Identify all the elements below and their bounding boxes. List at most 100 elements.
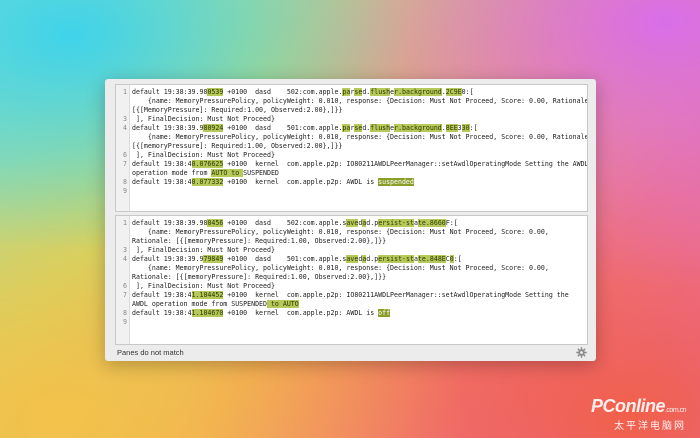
log-segment: SUSPENDED bbox=[243, 169, 279, 177]
log-line: 4 default 19:38:39.979849 +0100 dasd 501:… bbox=[116, 255, 587, 264]
diff-highlight: ersist-st bbox=[378, 255, 414, 263]
log-segment: ], FinalDecision: Must Not Proceed} bbox=[132, 282, 275, 290]
line-number: 6 bbox=[123, 151, 127, 159]
log-segment: Rationale: [{[memoryPressure]: Required:… bbox=[132, 237, 387, 245]
log-text: default 19:38:40.076625 +0100 kernel com… bbox=[127, 160, 587, 169]
diff-highlight: 1.104452 bbox=[191, 291, 224, 299]
line-number bbox=[116, 106, 127, 115]
log-segment: default 19:38:4 bbox=[132, 178, 192, 186]
log-text: ], FinalDecision: Must Not Proceed} bbox=[127, 246, 587, 255]
line-number bbox=[116, 142, 127, 151]
diff-highlight: ackground bbox=[406, 88, 442, 96]
log-text: Rationale: [{[memoryPressure]: Required:… bbox=[127, 273, 587, 282]
log-line: {name: MemoryPressurePolicy, policyWeigh… bbox=[116, 97, 587, 106]
line-number: 4 bbox=[123, 255, 127, 263]
line-number bbox=[116, 133, 127, 142]
diff-highlight: ackground bbox=[406, 124, 442, 132]
log-line: 3 ], FinalDecision: Must Not Proceed} bbox=[116, 115, 587, 124]
log-line: 9 bbox=[116, 318, 587, 327]
log-segment: :[ bbox=[453, 255, 462, 263]
log-line: [{[memoryPressure]: Required:1.00, Obser… bbox=[116, 142, 587, 151]
line-number: 9 bbox=[123, 187, 127, 195]
log-line: 7 default 19:38:41.104452 +0100 kernel co… bbox=[116, 291, 587, 300]
line-number bbox=[116, 264, 127, 273]
diff-highlight: 79849 bbox=[203, 255, 224, 263]
diff-highlight: 0.077332 bbox=[191, 178, 224, 186]
diff-highlight: te. bbox=[417, 255, 430, 263]
diff-highlight: 0539 bbox=[207, 88, 224, 96]
diff-highlight: 0.076625 bbox=[191, 160, 224, 168]
log-segment: default 19:38:39.9 bbox=[132, 124, 204, 132]
diff-highlight: 0456 bbox=[207, 219, 224, 227]
log-text: default 19:38:39.979849 +0100 dasd 501:c… bbox=[127, 255, 587, 264]
log-line: 1 default 19:38:39.980539 +0100 dasd 502:… bbox=[116, 88, 587, 97]
log-segment: {name: MemoryPressurePolicy, policyWeigh… bbox=[132, 264, 549, 272]
top-log-lines: 1 default 19:38:39.980539 +0100 dasd 502:… bbox=[116, 88, 587, 196]
log-segment: default 19:38:39.9 bbox=[132, 255, 204, 263]
log-segment: default 19:38:4 bbox=[132, 291, 192, 299]
diff-window: 1 default 19:38:39.9 8 0539 +0100 dasd 502:… bbox=[105, 79, 596, 361]
diff-highlight: suspended bbox=[378, 178, 414, 186]
log-line: 6 ], FinalDecision: Must Not Proceed} bbox=[116, 282, 587, 291]
line-number: 9 bbox=[123, 318, 127, 326]
log-text: default 19:38:39.980924 +0100 dasd 501:c… bbox=[127, 124, 587, 133]
line-number bbox=[116, 300, 127, 309]
line-number: 4 bbox=[123, 124, 127, 132]
diff-highlight: 8EE bbox=[445, 124, 458, 132]
log-line: AWDL operation mode from SUSPENDED to AU… bbox=[116, 300, 587, 309]
line-number: 8 bbox=[123, 178, 127, 186]
diff-highlight: ave bbox=[346, 219, 359, 227]
line-number: 3 bbox=[123, 246, 127, 254]
log-text: Rationale: [{[memoryPressure]: Required:… bbox=[127, 237, 587, 246]
diff-highlight: r.b bbox=[394, 88, 407, 96]
status-label: Panes do not match bbox=[117, 348, 184, 357]
diff-highlight: to AUTO bbox=[266, 300, 299, 308]
diff-highlight: 1.104670 bbox=[191, 309, 224, 317]
log-segment: +0100 kernel com.apple.p2p: AWDL is bbox=[223, 178, 379, 186]
log-line: 7 default 19:38:40.076625 +0100 kernel co… bbox=[116, 160, 587, 169]
log-line: 6 ], FinalDecision: Must Not Proceed} bbox=[116, 151, 587, 160]
log-text: {name: MemoryPressurePolicy, policyWeigh… bbox=[127, 228, 587, 237]
log-line: 9 bbox=[116, 187, 587, 196]
log-line: 8 default 19:38:41.104670 +0100 kernel co… bbox=[116, 309, 587, 318]
diff-highlight: ave bbox=[346, 255, 359, 263]
log-segment: +0100 dasd 502:com.apple. bbox=[223, 219, 343, 227]
bottom-log-pane[interactable]: 1 default 19:38:39.980456 +0100 dasd 502:… bbox=[115, 215, 588, 345]
log-segment: ], FinalDecision: Must Not Proceed} bbox=[132, 246, 275, 254]
log-text: default 19:38:39.980456 +0100 dasd 502:c… bbox=[127, 219, 587, 228]
log-segment: +0100 kernel com.apple.p2p: IO80211AWDLP… bbox=[223, 160, 587, 168]
gear-icon[interactable] bbox=[576, 347, 587, 358]
log-text: [{[memoryPressure]: Required:1.00, Obser… bbox=[127, 142, 587, 151]
diff-highlight: 80924 bbox=[203, 124, 224, 132]
bottom-log-lines: 1 default 19:38:39.980456 +0100 dasd 502:… bbox=[116, 219, 587, 327]
log-segment: Rationale: [{[memoryPressure]: Required:… bbox=[132, 273, 387, 281]
line-number: 7 bbox=[123, 160, 127, 168]
line-number: 3 bbox=[123, 115, 127, 123]
diff-highlight: te. bbox=[417, 219, 430, 227]
log-segment: +0100 dasd 501:com.apple. bbox=[223, 255, 343, 263]
line-number: 1 bbox=[123, 88, 127, 96]
log-line: {name: MemoryPressurePolicy, policyWeigh… bbox=[116, 264, 587, 273]
watermark-chinese: 太平洋电脑网 bbox=[614, 421, 686, 432]
top-log-pane[interactable]: 1 default 19:38:39.980539 +0100 dasd 502:… bbox=[115, 84, 588, 212]
log-segment: F:[ bbox=[445, 219, 458, 227]
log-line: 1 default 19:38:39.980456 +0100 dasd 502:… bbox=[116, 219, 587, 228]
log-line: operation mode from AUTO to SUSPENDED bbox=[116, 169, 587, 178]
log-segment: +0100 kernel com.apple.p2p: IO80211AWDLP… bbox=[223, 291, 569, 299]
log-segment: ], FinalDecision: Must Not Proceed} bbox=[132, 151, 275, 159]
log-text: {name: MemoryPressurePolicy, policyWeigh… bbox=[127, 133, 587, 142]
log-segment: default 19:38:4 bbox=[132, 160, 192, 168]
log-text: ], FinalDecision: Must Not Proceed} bbox=[127, 115, 587, 124]
log-line: {name: MemoryPressurePolicy, policyWeigh… bbox=[116, 133, 587, 142]
watermark-domain: .com.cn bbox=[664, 407, 687, 414]
line-number bbox=[116, 97, 127, 106]
line-number bbox=[116, 228, 127, 237]
log-text: AWDL operation mode from SUSPENDED to AU… bbox=[127, 300, 587, 309]
diff-highlight: 2C9E bbox=[445, 88, 462, 96]
log-text: {name: MemoryPressurePolicy, policyWeigh… bbox=[127, 264, 587, 273]
log-segment: [{[memoryPressure]: Required:1.00, Obser… bbox=[132, 142, 343, 150]
diff-highlight: flush bbox=[370, 124, 391, 132]
log-segment: default 19:38:4 bbox=[132, 309, 192, 317]
